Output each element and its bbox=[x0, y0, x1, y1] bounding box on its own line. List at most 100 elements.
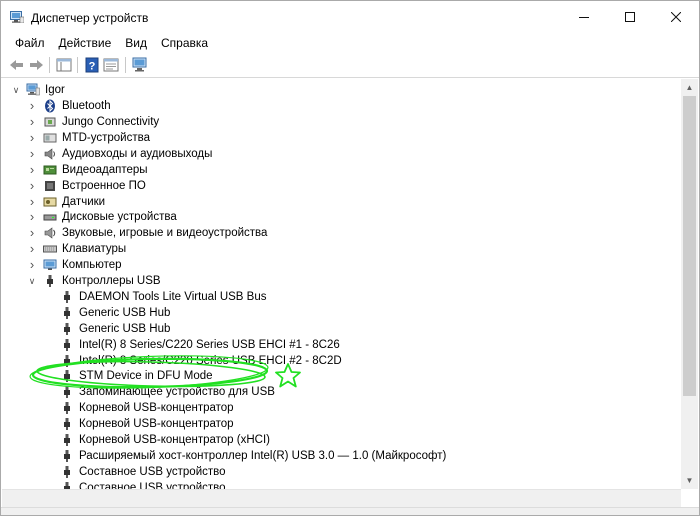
collapse-chevron-icon[interactable]: ∨ bbox=[11, 82, 21, 98]
tree-category[interactable]: › MTD-устройства bbox=[2, 130, 680, 146]
usb-device-icon bbox=[44, 117, 56, 127]
usb-controller-icon bbox=[64, 402, 70, 415]
scan-hardware-icon[interactable] bbox=[131, 56, 149, 74]
device-tree: ∨ Igor › Bluetooth › Jungo Connectivity … bbox=[2, 79, 680, 489]
usb-device-item[interactable]: Составное USB устройство bbox=[2, 464, 680, 480]
sensor-icon bbox=[43, 197, 57, 206]
tree-category[interactable]: ∨ Контроллеры USB bbox=[2, 273, 680, 289]
tree-category[interactable]: › Датчики bbox=[2, 194, 680, 210]
expand-chevron-icon[interactable]: › bbox=[27, 130, 37, 146]
tree-category-label: Jungo Connectivity bbox=[62, 116, 160, 128]
minimize-button[interactable] bbox=[561, 1, 607, 32]
tree-category[interactable]: › Jungo Connectivity bbox=[2, 114, 680, 130]
usb-device-item[interactable]: Generic USB Hub bbox=[2, 321, 680, 337]
minimize-icon bbox=[579, 16, 589, 18]
speaker-icon bbox=[44, 148, 55, 160]
tree-category-label: Дисковые устройства bbox=[62, 211, 177, 224]
usb-device-item[interactable]: Generic USB Hub bbox=[2, 305, 680, 321]
toolbar: ? bbox=[1, 53, 699, 78]
menu-help[interactable]: Справка bbox=[154, 34, 215, 52]
expand-chevron-icon[interactable]: › bbox=[27, 241, 37, 257]
tree-category[interactable]: › Звуковые, игровые и видеоустройства bbox=[2, 225, 680, 241]
tree-category-label: Звуковые, игровые и видеоустройства bbox=[62, 227, 268, 240]
menu-file[interactable]: Файл bbox=[8, 34, 52, 52]
expand-chevron-icon[interactable]: › bbox=[27, 162, 37, 178]
device-manager-window: Диспетчер устройств Файл Действие Вид Сп… bbox=[0, 0, 700, 516]
vertical-scrollbar[interactable]: ▲ ▼ bbox=[681, 79, 698, 489]
close-button[interactable] bbox=[653, 1, 699, 32]
menu-bar: Файл Действие Вид Справка bbox=[1, 34, 699, 52]
usb-controller-icon bbox=[64, 370, 70, 383]
usb-controller-icon bbox=[64, 290, 70, 303]
usb-device-item[interactable]: Корневой USB-концентратор bbox=[2, 416, 680, 432]
usb-device-label: Корневой USB-концентратор bbox=[79, 418, 234, 431]
usb-device-item[interactable]: Корневой USB-концентратор bbox=[2, 400, 680, 416]
tree-category[interactable]: › Видеоадаптеры bbox=[2, 162, 680, 178]
tree-category[interactable]: › Дисковые устройства bbox=[2, 209, 680, 225]
expand-chevron-icon[interactable]: › bbox=[27, 146, 37, 162]
horizontal-scrollbar[interactable] bbox=[2, 489, 681, 507]
forward-arrow-icon[interactable] bbox=[27, 56, 45, 74]
usb-device-item[interactable]: Корневой USB-концентратор (xHCI) bbox=[2, 432, 680, 448]
device-manager-icon bbox=[10, 11, 24, 23]
computer-icon bbox=[26, 83, 40, 96]
usb-device-item[interactable]: DAEMON Tools Lite Virtual USB Bus bbox=[2, 289, 680, 305]
scroll-down-arrow-icon[interactable]: ▼ bbox=[681, 472, 698, 489]
tree-category-label: Компьютер bbox=[62, 259, 122, 272]
disk-drive-icon bbox=[43, 214, 57, 221]
mtd-device-icon bbox=[43, 133, 57, 143]
usb-device-label: Составное USB устройство bbox=[79, 465, 226, 478]
bluetooth-icon bbox=[45, 99, 55, 113]
expand-chevron-icon[interactable]: › bbox=[27, 257, 37, 273]
tree-category[interactable]: › Клавиатуры bbox=[2, 241, 680, 257]
usb-device-label: Intel(R) 8 Series/C220 Series USB EHCI #… bbox=[79, 354, 342, 367]
usb-device-label: Составное USB устройство bbox=[79, 481, 226, 489]
back-arrow-icon[interactable] bbox=[8, 56, 26, 74]
show-hide-tree-icon[interactable] bbox=[55, 56, 73, 74]
usb-device-item[interactable]: Intel(R) 8 Series/C220 Series USB EHCI #… bbox=[2, 353, 680, 369]
display-adapter-icon bbox=[43, 165, 57, 175]
usb-controller-icon bbox=[64, 338, 70, 351]
usb-device-label: STM Device in DFU Mode bbox=[79, 370, 213, 383]
title-bar[interactable]: Диспетчер устройств bbox=[1, 1, 699, 32]
expand-chevron-icon[interactable]: › bbox=[27, 225, 37, 241]
usb-device-item[interactable]: Intel(R) 8 Series/C220 Series USB EHCI #… bbox=[2, 337, 680, 353]
usb-controller-icon bbox=[64, 386, 70, 399]
usb-device-item[interactable]: Запоминающее устройство для USB bbox=[2, 384, 680, 400]
usb-device-label: Intel(R) 8 Series/C220 Series USB EHCI #… bbox=[79, 338, 340, 351]
usb-device-item[interactable]: Расширяемый хост-контроллер Intel(R) USB… bbox=[2, 448, 680, 464]
expand-chevron-icon[interactable]: › bbox=[27, 209, 37, 225]
usb-controller-icon bbox=[64, 434, 70, 446]
tree-category[interactable]: › Встроенное ПО bbox=[2, 178, 680, 194]
status-bar bbox=[1, 507, 699, 515]
expand-chevron-icon[interactable]: › bbox=[27, 194, 37, 210]
usb-controller-icon bbox=[64, 306, 70, 319]
tree-category[interactable]: › Bluetooth bbox=[2, 98, 680, 114]
usb-device-label: Generic USB Hub bbox=[79, 306, 171, 319]
scroll-up-arrow-icon[interactable]: ▲ bbox=[681, 79, 698, 96]
maximize-icon bbox=[625, 11, 635, 22]
menu-action[interactable]: Действие bbox=[52, 34, 119, 52]
expand-chevron-icon[interactable]: › bbox=[27, 98, 37, 114]
scrollbar-thumb[interactable] bbox=[683, 96, 696, 396]
expand-chevron-icon[interactable]: › bbox=[27, 114, 37, 130]
usb-controller-icon bbox=[64, 322, 70, 335]
tree-category[interactable]: › Аудиовходы и аудиовыходы bbox=[2, 146, 680, 162]
tree-category-label: Встроенное ПО bbox=[62, 179, 146, 192]
tree-category-label: Аудиовходы и аудиовыходы bbox=[62, 147, 213, 160]
tree-root[interactable]: ∨ Igor bbox=[2, 82, 680, 98]
sound-icon bbox=[44, 227, 56, 239]
help-icon[interactable]: ? bbox=[83, 56, 101, 74]
tree-category-label: Bluetooth bbox=[62, 100, 111, 113]
usb-device-item[interactable]: Составное USB устройство bbox=[2, 480, 680, 489]
usb-device-item[interactable]: STM Device in DFU Mode bbox=[2, 368, 680, 384]
expand-chevron-icon[interactable]: › bbox=[27, 178, 37, 194]
tree-category[interactable]: › Компьютер bbox=[2, 257, 680, 273]
usb-controller-icon bbox=[64, 481, 70, 489]
menu-view[interactable]: Вид bbox=[118, 34, 154, 52]
toolbar-separator bbox=[125, 57, 126, 73]
tree-category-label: MTD-устройства bbox=[62, 131, 150, 144]
maximize-button[interactable] bbox=[607, 1, 653, 32]
collapse-chevron-icon[interactable]: ∨ bbox=[27, 273, 37, 289]
properties-icon[interactable] bbox=[102, 56, 120, 74]
